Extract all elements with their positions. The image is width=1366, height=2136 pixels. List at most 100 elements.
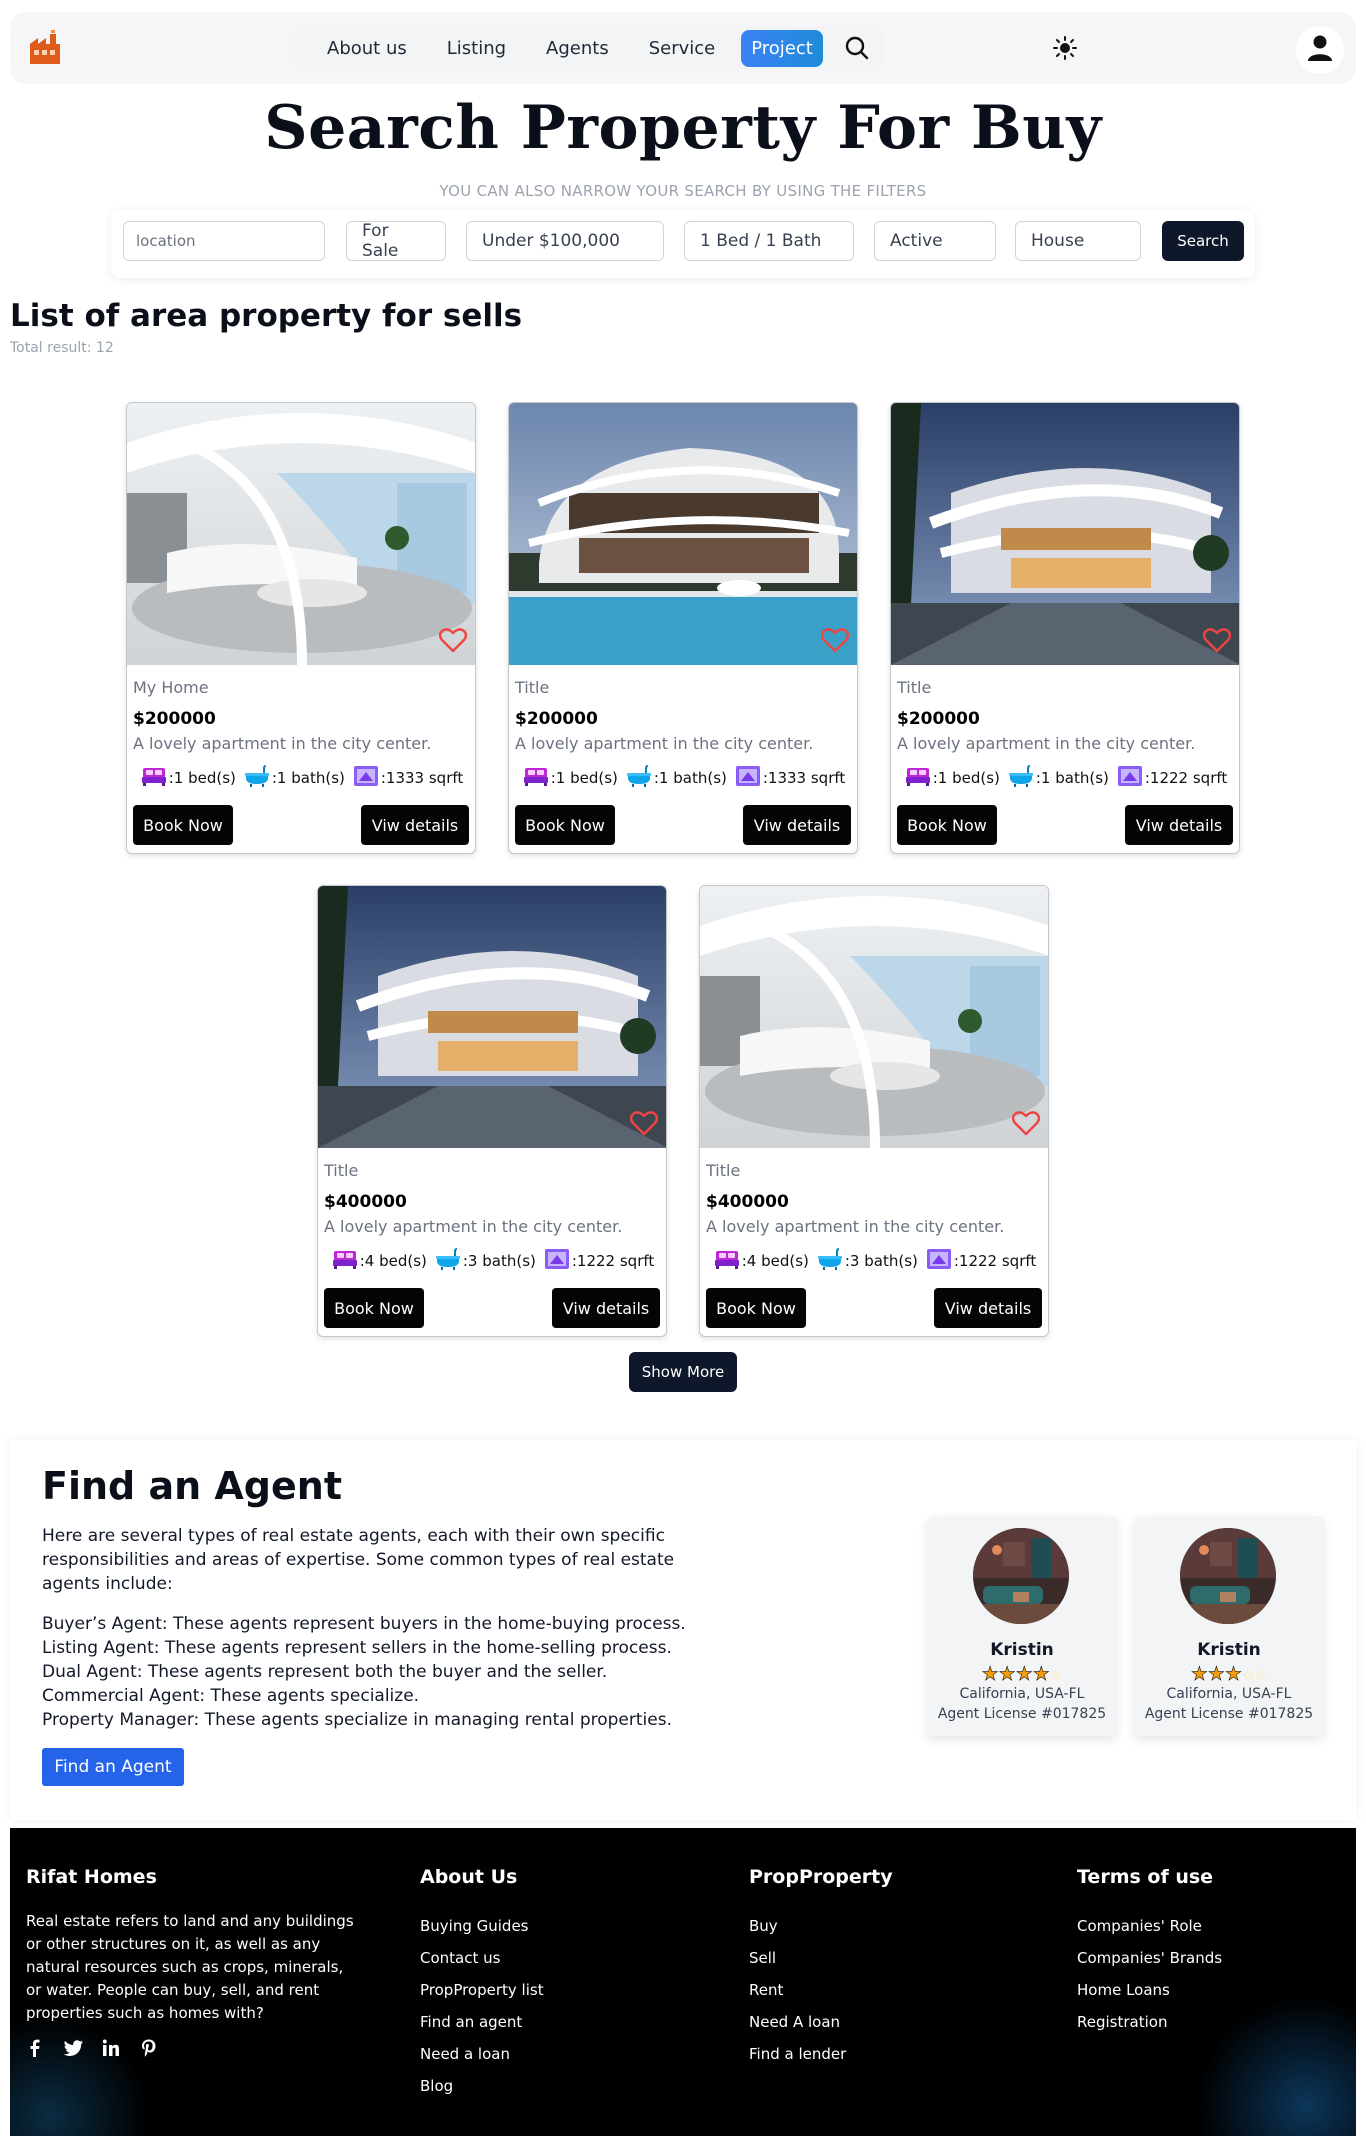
status-select[interactable]: For Sale: [346, 221, 446, 261]
baths-feature: :1 bath(s): [244, 764, 345, 792]
book-now-button[interactable]: Book Now: [515, 805, 615, 845]
property-card[interactable]: Title $400000 A lovely apartment in the ci…: [317, 885, 667, 1337]
search-icon[interactable]: [843, 34, 871, 62]
property-card[interactable]: My Home $200000 A lovely apartment in the …: [126, 402, 476, 854]
linkedin-icon[interactable]: [102, 2039, 120, 2057]
property-features: :1 bed(s):1 bath(s):1333 sqrft: [127, 764, 475, 792]
show-more-button[interactable]: Show More: [629, 1352, 737, 1392]
property-image: [891, 403, 1239, 665]
hero-subtitle: YOU CAN ALSO NARROW YOUR SEARCH BY USING…: [439, 182, 927, 200]
nav-listing[interactable]: Listing: [437, 30, 516, 67]
footer-link-need-a-loan[interactable]: Need A loan: [749, 2006, 893, 2038]
heart-icon[interactable]: [438, 627, 468, 653]
area-icon: [544, 1247, 570, 1275]
baths-count: :1 bath(s): [271, 769, 345, 787]
twitter-icon[interactable]: [63, 2039, 83, 2057]
footer-link-home-loans[interactable]: Home Loans: [1077, 1974, 1222, 2006]
footer-link-buy[interactable]: Buy: [749, 1910, 893, 1942]
property-title: Title: [515, 678, 550, 697]
book-now-button[interactable]: Book Now: [706, 1288, 806, 1328]
pinterest-icon[interactable]: [140, 2039, 158, 2057]
property-card[interactable]: Title $400000 A lovely apartment in the ci…: [699, 885, 1049, 1337]
footer-link-contact[interactable]: Contact us: [420, 1942, 544, 1974]
beds-count: :1 bed(s): [932, 769, 1000, 787]
view-details-button[interactable]: Viw details: [1125, 805, 1233, 845]
agent-type-item: Commercial Agent: These agents specializ…: [42, 1686, 420, 1706]
agent-license: Agent License #017825: [937, 1706, 1107, 1722]
agent-card[interactable]: Kristin ★★★☆☆ California, USA-FL Agent L…: [1134, 1516, 1324, 1736]
property-description: A lovely apartment in the city center.: [324, 1217, 623, 1236]
footer-link-find-lender[interactable]: Find a lender: [749, 2038, 893, 2070]
agent-name: Kristin: [990, 1640, 1054, 1660]
location-input[interactable]: location: [123, 221, 325, 261]
book-now-button[interactable]: Book Now: [897, 805, 997, 845]
agent-intro-text: Here are several types of real estate ag…: [42, 1526, 675, 1594]
heart-icon[interactable]: [1011, 1110, 1041, 1136]
bathtub-icon: [626, 764, 652, 792]
baths-count: :3 bath(s): [844, 1252, 918, 1270]
nav-service[interactable]: Service: [639, 30, 726, 67]
footer-link-companies-role[interactable]: Companies' Role: [1077, 1910, 1222, 1942]
agent-card[interactable]: Kristin ★★★★☆ California, USA-FL Agent L…: [927, 1516, 1117, 1736]
view-details-button[interactable]: Viw details: [934, 1288, 1042, 1328]
agent-license: Agent License #017825: [1144, 1706, 1314, 1722]
heart-icon[interactable]: [1202, 627, 1232, 653]
footer-col-title: PropProperty: [749, 1866, 893, 1888]
agent-section-title: Find an Agent: [42, 1464, 342, 1508]
heart-icon[interactable]: [820, 627, 850, 653]
factory-logo-icon[interactable]: [26, 30, 66, 66]
footer-link-buying-guides[interactable]: Buying Guides: [420, 1910, 544, 1942]
baths-count: :3 bath(s): [462, 1252, 536, 1270]
property-features: :1 bed(s):1 bath(s):1333 sqrft: [509, 764, 857, 792]
view-details-button[interactable]: Viw details: [743, 805, 851, 845]
footer-link-need-loan[interactable]: Need a loan: [420, 2038, 544, 2070]
footer-link-registration[interactable]: Registration: [1077, 2006, 1222, 2038]
nav-about-us[interactable]: About us: [317, 30, 417, 67]
agent-type-item: Listing Agent: These agents represent se…: [42, 1638, 672, 1658]
area-size: :1222 sqrft: [1144, 769, 1228, 787]
footer-link-companies-brands[interactable]: Companies' Brands: [1077, 1942, 1222, 1974]
agent-avatar: [973, 1528, 1069, 1624]
state-select[interactable]: Active: [874, 221, 996, 261]
footer-link-find-agent[interactable]: Find an agent: [420, 2006, 544, 2038]
nav-agents[interactable]: Agents: [536, 30, 619, 67]
rooms-select[interactable]: 1 Bed / 1 Bath: [684, 221, 854, 261]
area-feature: :1333 sqrft: [353, 764, 463, 792]
baths-feature: :3 bath(s): [435, 1247, 536, 1275]
property-card[interactable]: Title $200000 A lovely apartment in the ci…: [508, 402, 858, 854]
footer-link-sell[interactable]: Sell: [749, 1942, 893, 1974]
area-feature: :1222 sqrft: [926, 1247, 1036, 1275]
footer-link-property-list[interactable]: PropProperty list: [420, 1974, 544, 2006]
footer-property-column: PropProperty Buy Sell Rent Need A loan F…: [749, 1866, 893, 2070]
beds-feature: :4 bed(s): [714, 1247, 809, 1275]
agent-type-item: Dual Agent: These agents represent both …: [42, 1662, 608, 1682]
footer-about-text: Real estate refers to land and any build…: [26, 1912, 354, 2022]
footer-link-rent[interactable]: Rent: [749, 1974, 893, 2006]
property-price: $400000: [324, 1192, 407, 1212]
area-icon: [1117, 764, 1143, 792]
nav-project[interactable]: Project: [741, 29, 823, 67]
sun-icon[interactable]: [1051, 34, 1079, 62]
price-select[interactable]: Under $100,000: [466, 221, 664, 261]
heart-icon[interactable]: [629, 1110, 659, 1136]
bed-icon: [141, 764, 167, 792]
find-agent-button[interactable]: Find an Agent: [42, 1748, 184, 1786]
user-icon: [1307, 34, 1333, 66]
type-select[interactable]: House: [1015, 221, 1141, 261]
baths-feature: :1 bath(s): [626, 764, 727, 792]
search-button[interactable]: Search: [1162, 221, 1244, 261]
property-description: A lovely apartment in the city center.: [133, 734, 432, 753]
beds-feature: :1 bed(s): [905, 764, 1000, 792]
facebook-icon[interactable]: [26, 2039, 44, 2057]
social-links: [26, 2039, 356, 2057]
book-now-button[interactable]: Book Now: [324, 1288, 424, 1328]
footer-link-blog[interactable]: Blog: [420, 2070, 544, 2102]
view-details-button[interactable]: Viw details: [552, 1288, 660, 1328]
user-account-button[interactable]: [1296, 26, 1344, 74]
footer-brand: Rifat Homes: [26, 1866, 157, 1888]
property-card[interactable]: Title $200000 A lovely apartment in the ci…: [890, 402, 1240, 854]
property-image: [700, 886, 1048, 1149]
view-details-button[interactable]: Viw details: [361, 805, 469, 845]
book-now-button[interactable]: Book Now: [133, 805, 233, 845]
baths-count: :1 bath(s): [653, 769, 727, 787]
